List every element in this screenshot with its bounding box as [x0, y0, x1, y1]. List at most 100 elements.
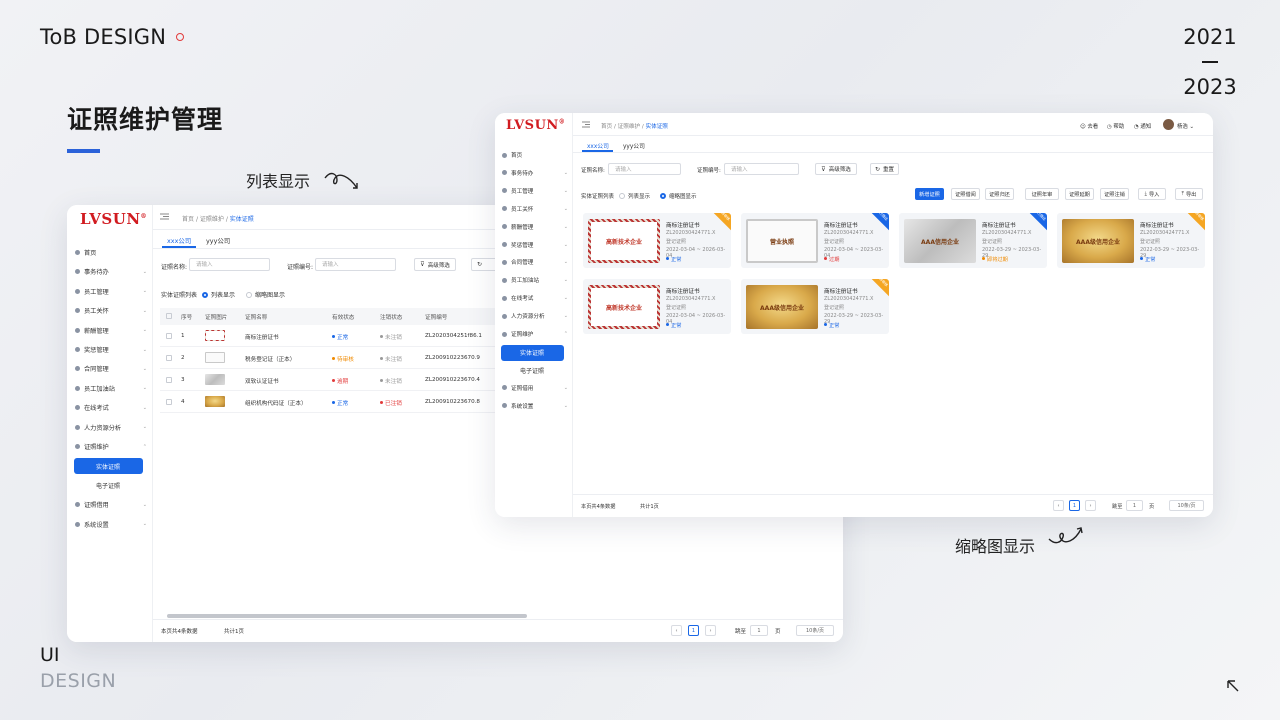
certificate-thumbnail[interactable] [205, 396, 225, 407]
tab-company-xxx[interactable]: xxx公司 [587, 141, 609, 150]
advanced-filter-button[interactable]: ⊽ 高级筛选 [414, 258, 456, 271]
certificate-card[interactable]: AAA级信用企业 商标注册证书 ZL202030424771.X 登记证照 2022-0… [1057, 213, 1205, 268]
sidebar-subitem-active[interactable]: 实体证照 [74, 458, 143, 475]
sidebar-item[interactable]: 奖惩管理 ⌄ [502, 241, 568, 249]
sidebar-item[interactable]: 薪酬管理 ⌄ [75, 326, 147, 335]
header-search[interactable]: ☺ 去看 [1080, 122, 1098, 130]
sidebar-item[interactable]: 合同管理 ⌄ [75, 364, 147, 373]
breadcrumb-home[interactable]: 首页 [601, 124, 612, 130]
card-ribbon-badge: 已借出 [1026, 213, 1047, 231]
sidebar-item[interactable]: 在线考试 ⌄ [502, 294, 568, 302]
name-filter-input[interactable]: 请输入 [189, 258, 270, 271]
certificate-card[interactable]: AAA信用企业 商标注册证书 ZL202030424771.X 登记证照 2022-03… [899, 213, 1047, 268]
menu-fold-icon[interactable] [160, 213, 169, 220]
code-filter-input[interactable]: 请输入 [724, 163, 799, 175]
thumb-view-radio[interactable]: 缩略图显示 [660, 192, 697, 200]
row-checkbox[interactable] [166, 355, 172, 361]
sidebar-subitem[interactable]: 电子证照 [74, 478, 143, 494]
action-renew-button[interactable]: 证照借阅 [951, 188, 980, 200]
row-checkbox[interactable] [166, 333, 172, 339]
tab-company-yyy[interactable]: yyy公司 [206, 236, 230, 245]
sidebar-item[interactable]: 系统设置 ⌄ [502, 402, 568, 410]
status-dot-icon [380, 401, 383, 404]
certificate-image[interactable]: AAA级信用企业 [1062, 219, 1134, 263]
code-filter-input[interactable]: 请输入 [315, 258, 396, 271]
certificate-image[interactable]: AAA级信用企业 [746, 285, 818, 329]
certificate-image[interactable]: 高新技术企业 [588, 285, 660, 329]
sidebar-item[interactable]: 员工关怀 ⌄ [502, 205, 568, 213]
sidebar-item[interactable]: 员工关怀 ⌄ [75, 306, 147, 315]
row-checkbox[interactable] [166, 399, 172, 405]
certificate-thumbnail[interactable] [205, 352, 225, 363]
next-page-button[interactable]: › [1085, 500, 1096, 511]
tab-company-yyy[interactable]: yyy公司 [623, 141, 645, 150]
page-size-select[interactable]: 10条/页 [796, 625, 834, 636]
action-export-button[interactable]: ⤒ 导出 [1175, 188, 1203, 200]
breadcrumb-home[interactable]: 首页 [182, 216, 194, 223]
certificate-card[interactable]: 高新技术企业 商标注册证书 ZL202030424771.X 登记证照 2022-03-… [583, 213, 731, 268]
next-page-button[interactable]: › [705, 625, 716, 636]
action-import-button[interactable]: ⤓ 导入 [1138, 188, 1166, 200]
breadcrumb: 首页 / 证照维护 / 实体证照 [601, 122, 668, 130]
certificate-card[interactable]: AAA级信用企业 商标注册证书 ZL202030424771.X 登记证照 2022-0… [741, 279, 889, 334]
sidebar-item[interactable]: 证照维护 ⌃ [75, 442, 147, 451]
sidebar-item[interactable]: 事务待办 ⌄ [75, 267, 147, 276]
page-number-button[interactable]: 1 [688, 625, 699, 636]
sidebar-item[interactable]: 在线考试 ⌄ [75, 403, 147, 412]
sidebar-subitem-active[interactable]: 实体证照 [501, 344, 564, 361]
list-view-radio[interactable]: 列表显示 [202, 290, 235, 299]
page-number-button[interactable]: 1 [1069, 500, 1080, 511]
reset-button[interactable]: ↻ 重置 [870, 163, 899, 175]
avatar[interactable] [1163, 119, 1174, 130]
horizontal-scrollbar[interactable] [167, 614, 527, 618]
certificate-card[interactable]: 高新技术企业 商标注册证书 ZL202030424771.X 登记证照 2022-03-… [583, 279, 731, 334]
certificate-image[interactable]: 高新技术企业 [588, 219, 660, 263]
breadcrumb-mid[interactable]: 证照维护 [200, 216, 224, 223]
action-extend-button[interactable]: 证照延期 [1065, 188, 1094, 200]
certificate-image[interactable]: 营业执照 [746, 219, 818, 263]
sidebar-item[interactable]: 员工加油站 ⌄ [502, 276, 568, 284]
filter-icon: ⊽ [821, 165, 826, 173]
sidebar-item[interactable]: 薪酬管理 ⌄ [502, 223, 568, 231]
sidebar-item[interactable]: 奖惩管理 ⌄ [75, 345, 147, 354]
action-annual-button[interactable]: 证照年审 [1025, 188, 1059, 200]
header-help[interactable]: ◷ 帮助 [1107, 122, 1124, 130]
tab-company-xxx[interactable]: xxx公司 [167, 236, 191, 245]
prev-page-button[interactable]: ‹ [671, 625, 682, 636]
sidebar-item[interactable]: 员工加油站 ⌄ [75, 384, 147, 393]
advanced-filter-button[interactable]: ⊽ 高级筛选 [815, 163, 857, 175]
certificate-card[interactable]: 营业执照 商标注册证书 ZL202030424771.X 登记证照 2022-03-04… [741, 213, 889, 268]
user-name[interactable]: 杨浩 ⌄ [1177, 122, 1194, 130]
action-new-button[interactable]: 新增证照 [915, 188, 944, 200]
prev-page-button[interactable]: ‹ [1053, 500, 1064, 511]
sidebar-item[interactable]: 证照维护 ⌃ [502, 330, 568, 338]
sidebar-item[interactable]: 首页 [502, 151, 568, 159]
goto-page-input[interactable]: 1 [750, 625, 768, 636]
goto-page-input[interactable]: 1 [1126, 500, 1143, 511]
sidebar-item[interactable]: 合同管理 ⌄ [502, 258, 568, 266]
sidebar-item[interactable]: 员工管理 ⌄ [502, 187, 568, 195]
sidebar-item[interactable]: 人力资源分析 ⌄ [502, 312, 568, 320]
sidebar-item[interactable]: 事务待办 ⌄ [502, 169, 568, 177]
sidebar-item[interactable]: 系统设置 ⌄ [75, 520, 147, 529]
sidebar-subitem[interactable]: 电子证照 [501, 363, 564, 379]
certificate-image[interactable]: AAA信用企业 [904, 219, 976, 263]
thumb-view-radio[interactable]: 缩略图显示 [246, 290, 285, 299]
action-cancel-button[interactable]: 证照注销 [1100, 188, 1129, 200]
select-all-checkbox[interactable] [166, 313, 172, 319]
row-checkbox[interactable] [166, 377, 172, 383]
menu-fold-icon[interactable] [582, 121, 590, 128]
page-size-select[interactable]: 10条/页 [1169, 500, 1204, 511]
sidebar-item[interactable]: 员工管理 ⌄ [75, 287, 147, 296]
certificate-thumbnail[interactable] [205, 374, 225, 385]
list-view-radio[interactable]: 列表显示 [619, 192, 650, 200]
sidebar-item[interactable]: 证照借用 ⌄ [502, 384, 568, 392]
sidebar-item[interactable]: 首页 [75, 248, 147, 257]
breadcrumb-mid[interactable]: 证照维护 [618, 124, 640, 130]
header-notice[interactable]: ◔ 通知 [1134, 122, 1151, 130]
name-filter-input[interactable]: 请输入 [608, 163, 681, 175]
sidebar-item[interactable]: 人力资源分析 ⌄ [75, 423, 147, 432]
sidebar-item[interactable]: 证照借用 ⌄ [75, 500, 147, 509]
action-return-button[interactable]: 证照归还 [985, 188, 1014, 200]
certificate-thumbnail[interactable] [205, 330, 225, 341]
